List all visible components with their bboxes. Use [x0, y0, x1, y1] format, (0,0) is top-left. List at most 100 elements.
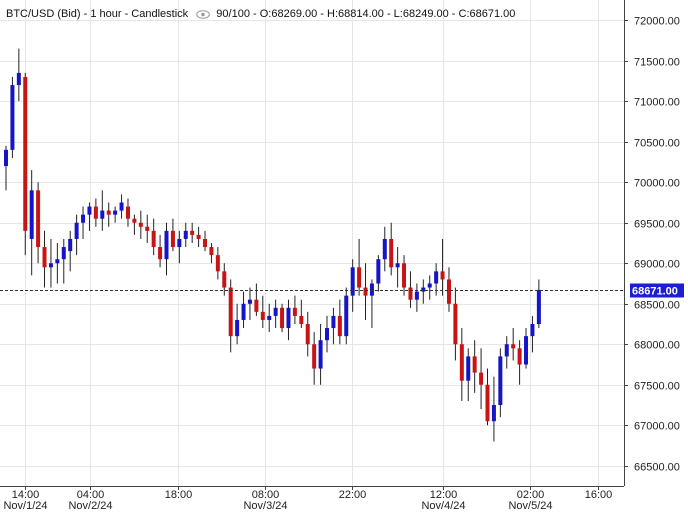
candle-body [331, 315, 336, 329]
candle[interactable] [299, 299, 304, 329]
candle[interactable] [325, 315, 329, 353]
candle[interactable] [132, 214, 137, 235]
candle-body [357, 267, 362, 288]
candle[interactable] [61, 238, 66, 284]
candle[interactable] [158, 234, 163, 268]
candle[interactable] [183, 222, 188, 248]
candle[interactable] [177, 230, 182, 264]
candle[interactable] [357, 238, 362, 296]
candle[interactable] [48, 238, 53, 288]
candle[interactable] [235, 303, 240, 345]
candle[interactable] [81, 206, 86, 239]
candle[interactable] [151, 218, 156, 256]
candle[interactable] [453, 287, 458, 361]
candle[interactable] [305, 311, 310, 357]
candle-body [305, 324, 310, 345]
candle[interactable] [511, 328, 516, 361]
candle[interactable] [4, 145, 8, 191]
candle[interactable] [247, 287, 252, 320]
candle[interactable] [479, 348, 484, 410]
candle[interactable] [280, 303, 285, 333]
candle[interactable] [209, 243, 214, 264]
ohlc-readout: O:68269.00 - H:68814.00 - L:68249.00 - C… [259, 8, 516, 21]
candle[interactable] [74, 214, 79, 256]
candle[interactable] [100, 190, 105, 231]
candle-body [498, 356, 503, 405]
candle[interactable] [472, 340, 477, 393]
candle[interactable] [524, 328, 529, 369]
candle-body [524, 336, 529, 365]
candle[interactable] [517, 340, 522, 385]
candle[interactable] [93, 198, 98, 227]
candle[interactable] [382, 226, 387, 272]
candle[interactable] [273, 299, 278, 329]
candle[interactable] [369, 279, 374, 329]
candle-body [100, 210, 105, 219]
candle-body [145, 226, 150, 231]
candle[interactable] [145, 214, 150, 243]
candle[interactable] [260, 295, 265, 329]
candle[interactable] [536, 279, 541, 329]
candle[interactable] [498, 348, 503, 418]
y-tick-label: 67000.00 [634, 421, 680, 433]
candle[interactable] [68, 230, 73, 272]
candle[interactable] [36, 182, 41, 264]
candle[interactable] [414, 283, 419, 312]
candle[interactable] [402, 255, 407, 296]
candle[interactable] [125, 198, 130, 227]
candlestick-chart[interactable]: 68671.00 72000.00 71500.00 71000.00 70500.0… [0, 0, 688, 512]
candle[interactable] [292, 295, 297, 324]
candle[interactable] [504, 336, 509, 369]
eye-icon[interactable] [196, 9, 211, 19]
candle[interactable] [241, 291, 246, 329]
candle[interactable] [331, 307, 336, 345]
candle[interactable] [203, 230, 208, 252]
candle[interactable] [344, 287, 349, 345]
candle[interactable] [164, 222, 169, 276]
candle[interactable] [337, 299, 342, 345]
candle[interactable] [350, 259, 355, 312]
candle[interactable] [408, 271, 413, 308]
candle[interactable] [16, 48, 21, 102]
candle-body [337, 315, 342, 337]
candle[interactable] [10, 76, 15, 158]
candle-body [504, 344, 509, 357]
y-tick-label: 69000.00 [634, 259, 680, 271]
candle[interactable] [55, 243, 60, 284]
candle[interactable] [427, 275, 432, 300]
candle[interactable] [376, 255, 381, 292]
candle[interactable] [491, 376, 496, 442]
candle[interactable] [42, 230, 47, 288]
candles[interactable] [4, 48, 541, 442]
candle[interactable] [395, 247, 400, 288]
candle[interactable] [312, 332, 317, 385]
candle-body [466, 356, 471, 381]
candle[interactable] [113, 206, 118, 223]
candle[interactable] [389, 222, 394, 276]
candle[interactable] [459, 328, 464, 401]
candle[interactable] [196, 226, 201, 248]
candle[interactable] [446, 267, 451, 312]
candle[interactable] [466, 348, 471, 401]
candle[interactable] [530, 315, 535, 353]
candle-body [286, 307, 291, 329]
candle[interactable] [190, 222, 195, 243]
candle[interactable] [485, 368, 490, 426]
candle[interactable] [215, 247, 220, 280]
candle[interactable] [267, 303, 272, 333]
candle[interactable] [421, 279, 426, 304]
candle[interactable] [318, 324, 323, 385]
candle[interactable] [29, 170, 34, 276]
candle[interactable] [119, 194, 124, 219]
candle[interactable] [363, 263, 368, 320]
candle-body [395, 263, 400, 268]
chart-canvas[interactable]: 68671.00 72000.00 71500.00 71000.00 70500.0… [0, 0, 688, 512]
candle[interactable] [138, 210, 143, 239]
candle[interactable] [286, 299, 291, 341]
candle-body [241, 303, 246, 320]
axes: 72000.00 71500.00 71000.00 70500.00 70000.00… [0, 0, 680, 512]
candle[interactable] [23, 72, 28, 256]
candle-body [267, 315, 272, 320]
x-tick-date-label: Nov/2/24 [68, 500, 112, 511]
candle[interactable] [254, 283, 259, 316]
